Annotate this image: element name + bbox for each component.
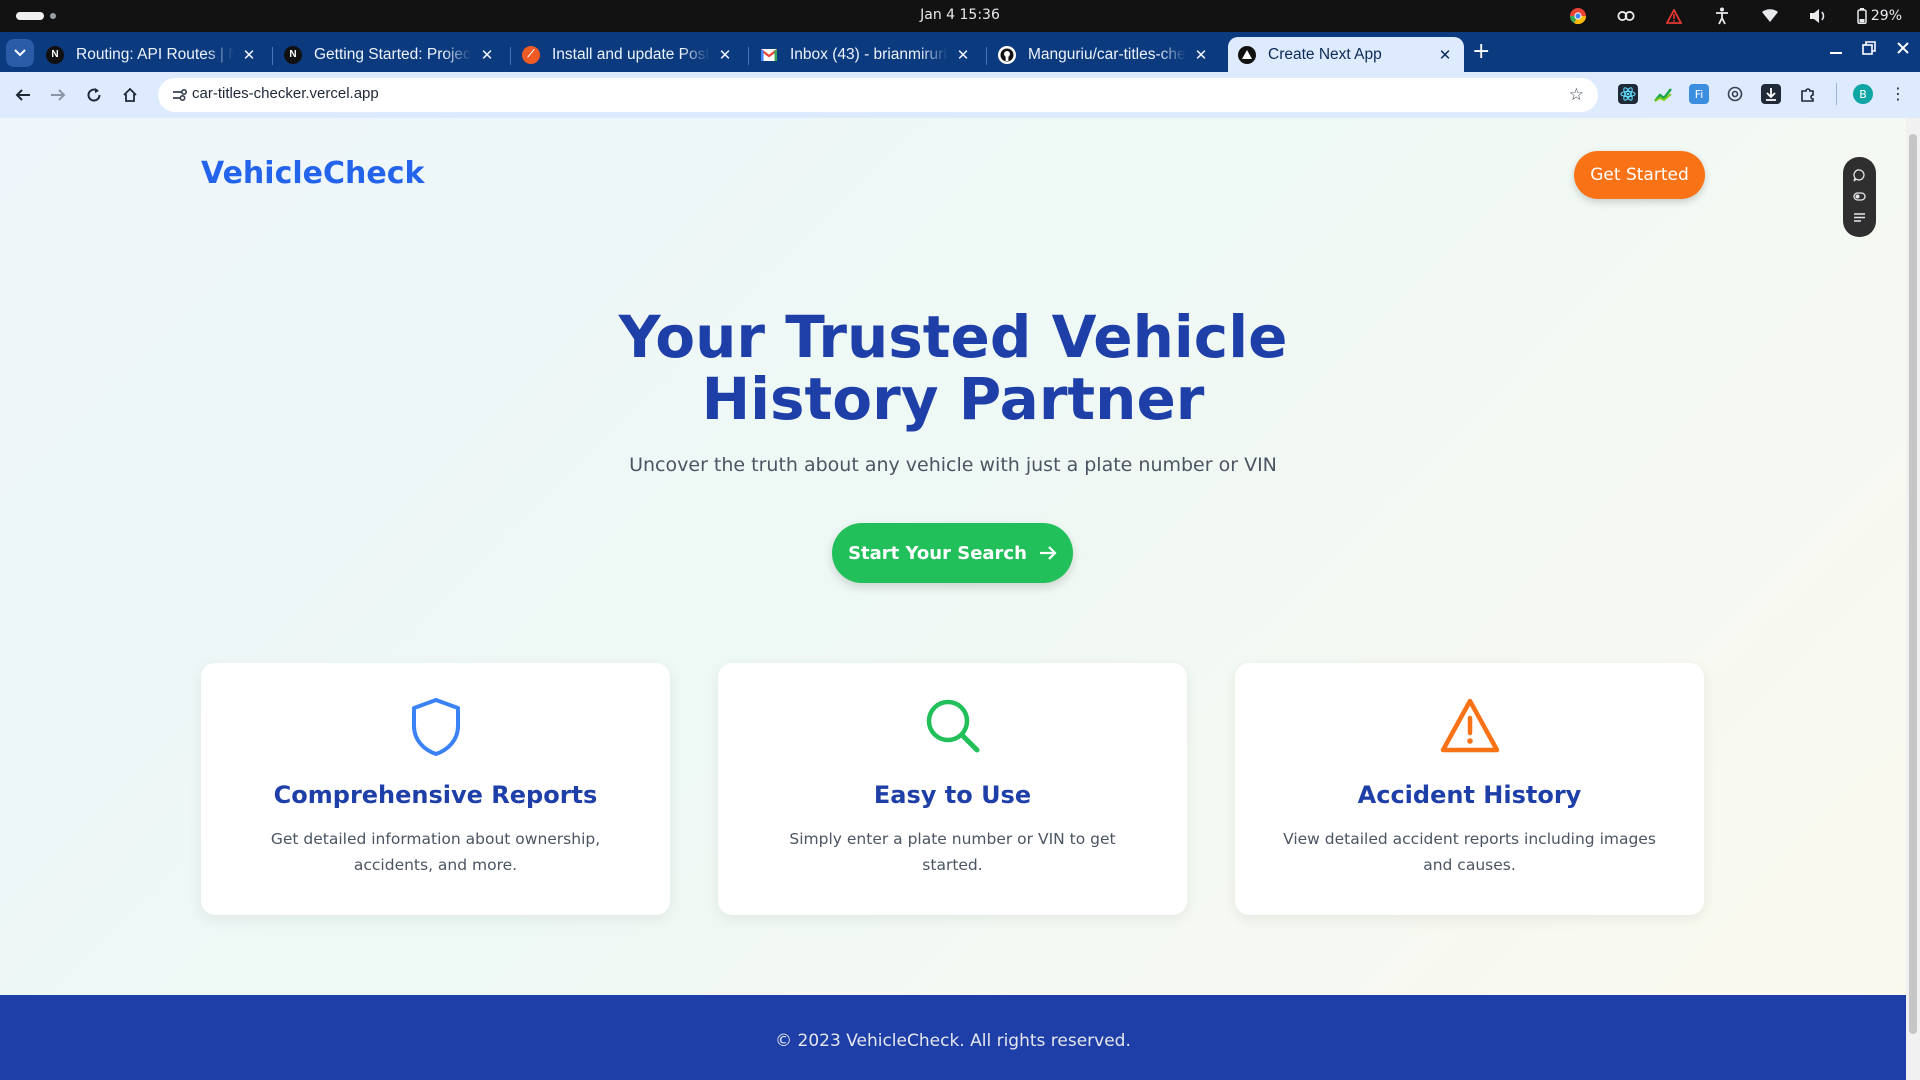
nextjs-icon: N [284, 45, 302, 64]
search-icon [718, 697, 1187, 757]
feature-card-reports: Comprehensive Reports Get detailed infor… [201, 663, 670, 915]
warning-icon [1235, 697, 1704, 757]
tab-title: Manguriu/car-titles-chec [1028, 45, 1186, 63]
tab-title: Inbox (43) - brianmiruri9( [790, 45, 948, 63]
tab-title: Install and update Postm [552, 45, 710, 63]
vercel-icon [1238, 45, 1256, 64]
tab-postman[interactable]: ⟋ Install and update Postm ✕ [512, 37, 744, 72]
openai-extension-icon[interactable] [1725, 84, 1745, 104]
home-button[interactable] [119, 84, 141, 106]
feature-description: Simply enter a plate number or VIN to ge… [789, 830, 1116, 874]
system-tray[interactable]: 29% [1569, 6, 1902, 26]
react-devtools-icon[interactable] [1618, 84, 1638, 104]
browser-menu-icon[interactable]: ⋮ [1890, 84, 1906, 103]
tab-divider [510, 47, 511, 65]
tab-divider [272, 47, 273, 65]
nextjs-icon: N [46, 45, 64, 64]
chat-bubble-icon[interactable] [1853, 169, 1866, 182]
forward-button[interactable] [47, 84, 69, 106]
close-icon[interactable]: ✕ [954, 46, 972, 64]
url-text[interactable]: car-titles-checker.vercel.app [192, 85, 379, 102]
gmail-icon [760, 46, 778, 64]
shield-icon [201, 697, 670, 757]
site-info-icon[interactable] [170, 86, 188, 104]
arrow-right-icon [51, 89, 66, 101]
arrow-left-icon [15, 89, 30, 101]
feature-description: View detailed accident reports including… [1283, 830, 1656, 874]
webpage: VehicleCheck Get Started Your Trusted Ve… [0, 118, 1906, 1080]
toggle-icon[interactable] [1853, 190, 1866, 203]
tab-divider [748, 47, 749, 65]
start-search-button[interactable]: Start Your Search [832, 523, 1073, 583]
github-icon [998, 45, 1016, 64]
new-tab-button[interactable]: + [1472, 39, 1490, 64]
close-icon[interactable]: ✕ [716, 46, 734, 64]
tab-getting-started[interactable]: N Getting Started: Project : ✕ [274, 37, 506, 72]
tab-create-next-app[interactable]: Create Next App ✕ [1228, 37, 1464, 72]
tab-divider [986, 47, 987, 65]
accessibility-icon[interactable] [1713, 7, 1731, 25]
chevron-down-icon [14, 49, 26, 57]
tab-title: Routing: API Routes | Ne [76, 45, 234, 63]
hero-title: Your Trusted Vehicle History Partner [0, 306, 1906, 430]
hero-title-line-1: Your Trusted Vehicle [618, 303, 1288, 371]
toolbar-divider [1836, 83, 1837, 105]
arrow-right-icon [1039, 546, 1057, 560]
download-extension-icon[interactable] [1761, 84, 1781, 104]
minimize-button[interactable] [1829, 40, 1843, 59]
feature-description: Get detailed information about ownership… [270, 830, 601, 874]
battery-percent: 29% [1870, 8, 1902, 24]
scrollbar-thumb[interactable] [1909, 134, 1917, 1034]
feature-title: Easy to Use [873, 781, 1032, 809]
home-icon [123, 87, 137, 102]
reload-button[interactable] [83, 84, 105, 106]
reload-icon [87, 88, 101, 102]
close-icon[interactable]: ✕ [1436, 46, 1454, 64]
postman-icon: ⟋ [522, 45, 540, 64]
page-footer: © 2023 VehicleCheck. All rights reserved… [0, 995, 1906, 1080]
battery-indicator[interactable]: 29% [1857, 7, 1902, 25]
page-scrollbar[interactable] [1906, 118, 1920, 1080]
floating-side-panel[interactable] [1843, 157, 1876, 237]
tab-search-button[interactable] [6, 39, 34, 67]
tab-title: Create Next App [1268, 45, 1382, 63]
close-window-button[interactable] [1896, 40, 1910, 59]
fi-extension-icon[interactable]: Fi [1689, 84, 1709, 104]
tab-github[interactable]: Manguriu/car-titles-chec ✕ [988, 37, 1220, 72]
tab-strip: N Routing: API Routes | Ne ✕ N Getting S… [0, 32, 1920, 72]
restore-button[interactable] [1862, 40, 1876, 59]
extensions-puzzle-icon[interactable] [1798, 84, 1818, 104]
link-icon[interactable] [1617, 7, 1635, 25]
feature-card-easy: Easy to Use Simply enter a plate number … [718, 663, 1187, 915]
copyright-text: © 2023 VehicleCheck. All rights reserved… [775, 1031, 1131, 1051]
volume-icon[interactable] [1809, 7, 1827, 25]
wifi-icon[interactable] [1761, 7, 1779, 25]
tab-gmail[interactable]: Inbox (43) - brianmiruri9( ✕ [750, 37, 982, 72]
bookmark-star-icon[interactable]: ☆ [1569, 85, 1584, 105]
tab-title: Getting Started: Project : [314, 45, 472, 63]
profile-avatar[interactable]: B [1853, 84, 1873, 104]
get-started-button[interactable]: Get Started [1574, 151, 1705, 199]
list-icon[interactable] [1853, 211, 1866, 224]
close-icon[interactable]: ✕ [1192, 46, 1210, 64]
feature-card-accident: Accident History View detailed accident … [1235, 663, 1704, 915]
hero-subtitle: Uncover the truth about any vehicle with… [629, 454, 1277, 476]
brand-logo[interactable]: VehicleCheck [201, 156, 424, 191]
alert-icon[interactable] [1665, 7, 1683, 25]
tab-api-routes[interactable]: N Routing: API Routes | Ne ✕ [36, 37, 268, 72]
analytics-extension-icon[interactable] [1653, 84, 1673, 104]
feature-title: Comprehensive Reports [273, 781, 598, 809]
feature-title: Accident History [1357, 781, 1582, 809]
back-button[interactable] [12, 84, 34, 106]
address-bar[interactable]: car-titles-checker.vercel.app ☆ [158, 78, 1598, 112]
start-search-label: Start Your Search [848, 542, 1027, 564]
chrome-icon[interactable] [1569, 7, 1587, 25]
close-icon[interactable]: ✕ [240, 46, 258, 64]
close-icon[interactable]: ✕ [478, 46, 496, 64]
os-status-bar: Jan 4 15:36 29% [0, 0, 1920, 32]
hero-title-line-2: History Partner [701, 365, 1205, 433]
